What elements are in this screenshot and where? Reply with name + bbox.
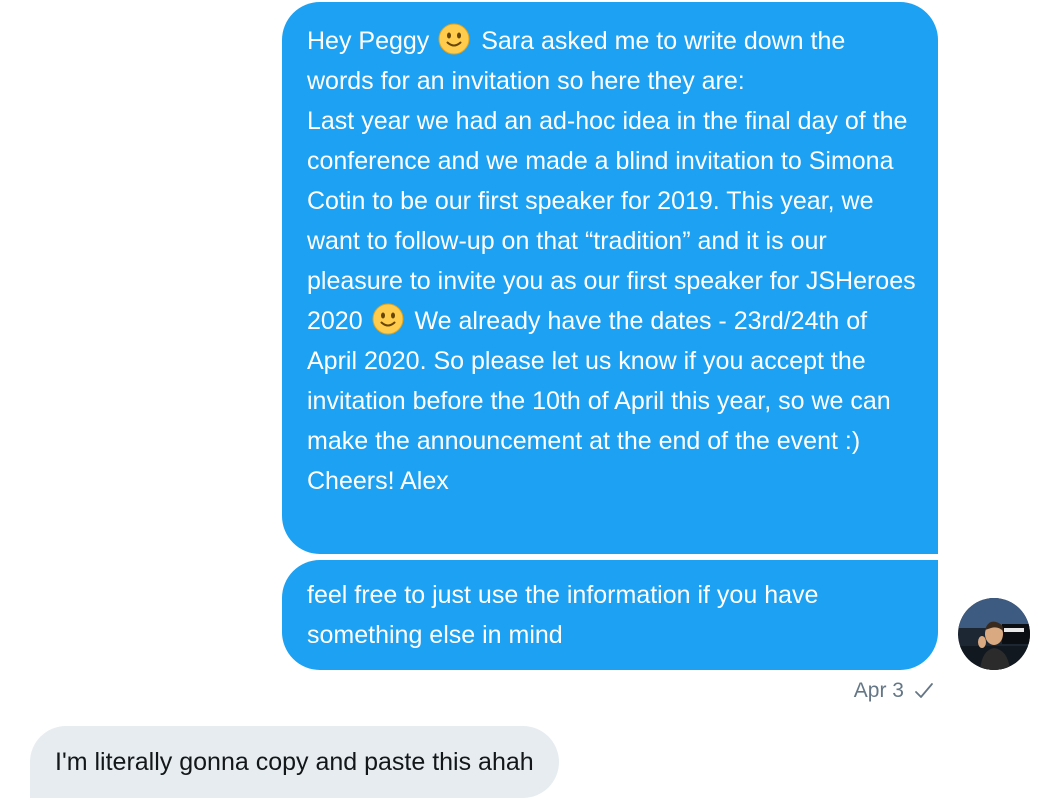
message-text: feel free to just use the information if… xyxy=(307,581,819,649)
sender-avatar[interactable] xyxy=(958,598,1030,670)
message-text-part-3: Last year we had an ad-hoc idea in the f… xyxy=(307,107,916,335)
message-text: I'm literally gonna copy and paste this … xyxy=(55,748,534,776)
message-bubble-sent-invitation[interactable]: Hey Peggy Sara asked me to write down th… xyxy=(282,2,938,554)
slightly-smiling-face-icon xyxy=(438,23,470,55)
slightly-smiling-face-icon xyxy=(372,303,404,335)
check-icon xyxy=(915,683,933,698)
message-bubble-received[interactable]: I'm literally gonna copy and paste this … xyxy=(30,726,559,798)
message-text-part-1: Hey Peggy xyxy=(307,27,430,55)
message-bubble-sent-followup[interactable]: feel free to just use the information if… xyxy=(282,560,938,670)
message-timestamp: Apr 3 xyxy=(854,678,934,704)
timestamp-text: Apr 3 xyxy=(853,679,904,702)
avatar-photo-icon xyxy=(958,598,1030,670)
message-text-part-4: We already have the dates - 23rd/24th of… xyxy=(307,307,891,495)
